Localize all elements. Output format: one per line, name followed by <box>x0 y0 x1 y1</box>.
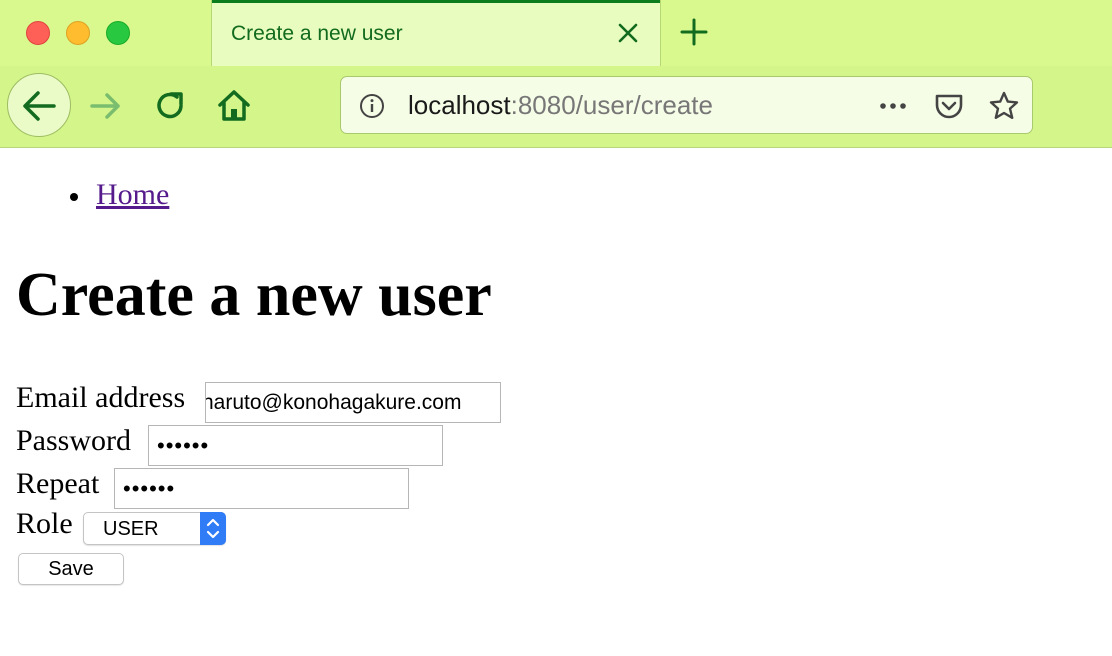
repeat-label: Repeat <box>16 467 100 500</box>
back-arrow-icon <box>23 91 56 121</box>
more-actions-icon[interactable] <box>876 89 910 123</box>
home-icon[interactable] <box>214 85 254 125</box>
tab-title: Create a new user <box>231 22 403 45</box>
browser-tab-active[interactable]: Create a new user <box>211 0 661 66</box>
page-title: Create a new user <box>16 261 492 329</box>
tab-active-indicator <box>212 0 660 3</box>
bookmark-star-icon[interactable] <box>987 89 1021 123</box>
site-info-icon[interactable] <box>358 92 386 120</box>
window-zoom-button[interactable] <box>106 21 130 45</box>
password-label: Password <box>16 424 132 457</box>
role-select[interactable]: USER <box>83 512 226 545</box>
back-button[interactable] <box>7 73 71 137</box>
window-minimize-button[interactable] <box>66 21 90 45</box>
password-field[interactable]: •••••• <box>148 425 443 466</box>
select-chevrons-icon <box>200 512 226 545</box>
url-text[interactable]: localhost:8080/user/create <box>408 90 713 121</box>
browser-chrome: Create a new user localhost:8080/user/cr… <box>0 0 1112 148</box>
forward-arrow-icon[interactable] <box>86 86 126 126</box>
reload-icon[interactable] <box>151 86 191 126</box>
home-link[interactable]: Home <box>96 178 169 212</box>
save-button[interactable]: Save <box>18 553 124 585</box>
url-host: localhost <box>408 90 511 120</box>
repeat-password-field[interactable]: •••••• <box>114 468 409 509</box>
navigation-toolbar: localhost:8080/user/create <box>0 66 1112 148</box>
page-content: Home Create a new user Email address nar… <box>0 148 1112 656</box>
address-bar[interactable]: localhost:8080/user/create <box>340 76 1033 134</box>
role-label: Role <box>16 507 73 540</box>
tab-close-icon[interactable] <box>610 15 646 51</box>
window-close-button[interactable] <box>26 21 50 45</box>
email-field[interactable]: naruto@konohagakure.com <box>205 382 501 423</box>
email-label: Email address <box>16 381 186 414</box>
new-tab-plus-icon[interactable] <box>676 14 712 50</box>
role-select-value: USER <box>103 518 159 540</box>
pocket-icon[interactable] <box>932 89 966 123</box>
list-bullet <box>70 193 78 201</box>
tab-strip: Create a new user <box>0 0 1112 67</box>
url-path: :8080/user/create <box>510 90 713 120</box>
